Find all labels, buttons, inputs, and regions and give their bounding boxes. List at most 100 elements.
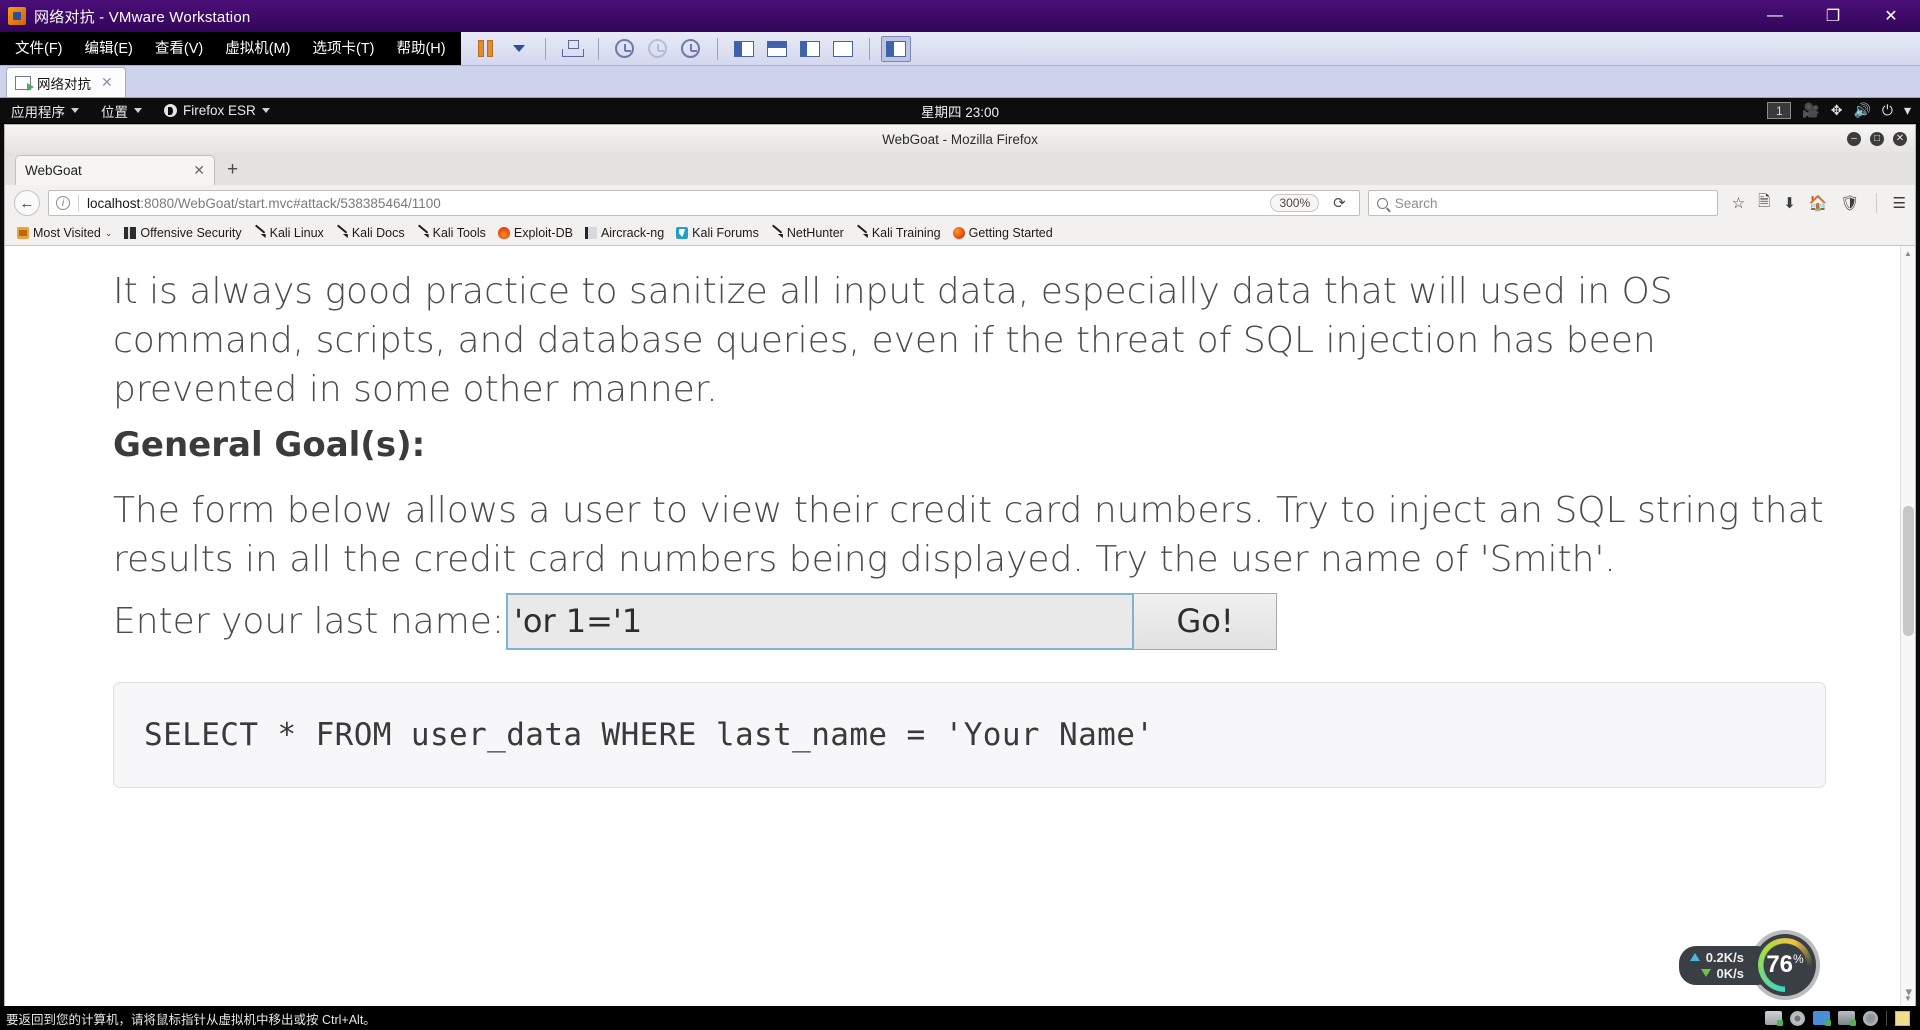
vmware-window-title: 网络对抗 - VMware Workstation	[34, 8, 251, 26]
menu-view[interactable]: 查看(V)	[144, 32, 214, 66]
hamburger-menu-icon[interactable]: ☰	[1893, 194, 1906, 212]
offensive-security-icon	[124, 227, 137, 239]
firefox-minimize-button[interactable]: –	[1847, 132, 1861, 146]
last-name-form: Enter your last name: Go!	[113, 592, 1848, 650]
url-host: localhost	[87, 195, 141, 211]
gauge-value: 76%	[1766, 951, 1803, 979]
revert-snapshot-icon[interactable]	[643, 36, 673, 62]
gauge-unit: %	[1793, 952, 1804, 966]
unity-mode-icon[interactable]	[795, 36, 825, 62]
vm-powered-on-icon	[15, 75, 34, 91]
kali-dragon-icon	[254, 227, 266, 239]
shield-icon[interactable]: 🛡	[1841, 194, 1860, 212]
console-view-icon[interactable]	[880, 35, 911, 62]
vmware-minimize-button[interactable]: —	[1746, 0, 1804, 32]
hard-disk-icon[interactable]	[1765, 1011, 1783, 1026]
vm-tab-close-icon[interactable]: ✕	[101, 74, 113, 91]
chevron-down-icon[interactable]: ▾	[1904, 102, 1911, 119]
bookmark-aircrack-ng[interactable]: Aircrack-ng	[580, 225, 669, 241]
menu-help[interactable]: 帮助(H)	[385, 32, 456, 66]
gauge-number: 76	[1766, 951, 1794, 978]
pause-icon[interactable]	[471, 36, 501, 62]
dropdown-caret-icon[interactable]	[504, 36, 534, 62]
go-button[interactable]: Go!	[1134, 592, 1278, 650]
guest-overflow-chevron-icon[interactable]: ▾	[1905, 984, 1912, 1000]
snapshot-history-icon[interactable]	[676, 36, 706, 62]
browser-tab-webgoat[interactable]: WebGoat ✕	[15, 155, 215, 185]
vmware-device-tray	[1765, 1010, 1916, 1026]
reload-icon[interactable]: ⟳	[1327, 194, 1352, 212]
site-info-icon[interactable]: i	[56, 196, 70, 210]
bookmark-kali-docs[interactable]: Kali Docs	[331, 225, 410, 241]
places-menu[interactable]: 位置	[90, 98, 153, 124]
bookmark-offensive-security[interactable]: Offensive Security	[119, 225, 246, 241]
bookmark-exploit-db[interactable]: Exploit-DB	[493, 225, 578, 241]
network-adapter-icon[interactable]	[1813, 1011, 1831, 1026]
bookmark-most-visited[interactable]: Most Visited ⌄	[12, 225, 117, 241]
lesson-paragraph-2: The form below allows a user to view the…	[113, 489, 1824, 580]
search-bar[interactable]: Search	[1367, 190, 1718, 216]
bookmarks-toolbar: Most Visited ⌄ Offensive Security Kali L…	[4, 221, 1916, 246]
firefox-close-button[interactable]: ✕	[1893, 132, 1907, 146]
vmware-close-button[interactable]: ✕	[1862, 0, 1920, 32]
reader-view-icon[interactable]: 🗎	[1758, 191, 1770, 216]
applications-menu-label: 应用程序	[11, 104, 65, 120]
bookmark-kali-training[interactable]: Kali Training	[851, 225, 946, 241]
network-speed-widget[interactable]: 0.2K/s 0K/s 76%	[1678, 934, 1816, 996]
show-sidebar-icon[interactable]	[729, 36, 759, 62]
scroll-up-arrow-icon[interactable]: ▲	[1901, 246, 1915, 261]
nav-icon-group: ☆ 🗎 ⬇ 🏠 🛡 ☰	[1726, 191, 1906, 216]
volume-icon[interactable]: 🔊	[1853, 102, 1870, 119]
new-tab-button[interactable]: +	[215, 155, 250, 185]
firefox-maximize-button[interactable]: □	[1870, 132, 1884, 146]
workspace-switcher[interactable]: 1	[1767, 102, 1792, 119]
bookmark-kali-tools[interactable]: Kali Tools	[412, 225, 491, 241]
kali-forums-icon	[676, 227, 689, 239]
power-icon[interactable]: ⏻	[1882, 102, 1893, 119]
bookmark-nethunter[interactable]: NetHunter	[766, 225, 849, 241]
url-bar[interactable]: i localhost:8080/WebGoat/start.mvc#attac…	[48, 190, 1360, 216]
firefox-navigation-bar: ← i localhost:8080/WebGoat/start.mvc#att…	[4, 185, 1916, 221]
full-screen-icon[interactable]	[828, 36, 858, 62]
usb-controller-icon[interactable]	[1863, 1010, 1878, 1026]
toolbar-separator	[868, 37, 870, 60]
panel-clock[interactable]: 星期四 23:00	[921, 101, 999, 121]
kali-dragon-icon	[856, 227, 868, 239]
menu-file[interactable]: 文件(F)	[4, 32, 74, 66]
vm-tab-active[interactable]: 网络对抗 ✕	[6, 67, 126, 97]
bookmark-label: Aircrack-ng	[600, 226, 665, 240]
menu-tabs[interactable]: 选项卡(T)	[301, 32, 385, 66]
bookmark-kali-forums[interactable]: Kali Forums	[671, 225, 764, 241]
browser-tab-close-icon[interactable]: ✕	[193, 162, 205, 179]
downloads-icon[interactable]: ⬇	[1783, 194, 1796, 212]
bookmark-label: Kali Docs	[351, 226, 405, 240]
bookmark-star-icon[interactable]: ☆	[1732, 194, 1745, 212]
memory-usage-gauge[interactable]: 76%	[1754, 934, 1816, 996]
show-thumbnail-bar-icon[interactable]	[762, 36, 792, 62]
scrollbar-thumb[interactable]	[1903, 506, 1914, 636]
back-button[interactable]: ←	[14, 190, 40, 216]
notes-icon[interactable]	[1895, 1010, 1910, 1026]
applications-menu[interactable]: 应用程序	[0, 98, 90, 124]
menu-edit[interactable]: 编辑(E)	[74, 32, 144, 66]
bookmark-label: Kali Linux	[269, 226, 324, 240]
bookmark-kali-linux[interactable]: Kali Linux	[249, 225, 329, 241]
cd-dvd-icon[interactable]	[1790, 1010, 1805, 1026]
menu-vm[interactable]: 虚拟机(M)	[214, 32, 301, 66]
home-icon[interactable]: 🏠	[1809, 194, 1828, 212]
firefox-window-button[interactable]: Firefox ESR	[153, 98, 281, 124]
bluetooth-icon[interactable]: ✥	[1831, 102, 1843, 119]
bookmark-label: Kali Training	[871, 226, 941, 240]
vmware-maximize-button[interactable]: ❐	[1804, 0, 1862, 32]
take-snapshot-icon[interactable]	[610, 36, 640, 62]
page-scrollbar[interactable]: ▲ ▼	[1900, 246, 1915, 1006]
chevron-down-icon	[71, 108, 79, 113]
snapshot-manager-icon[interactable]	[557, 36, 587, 62]
bookmark-getting-started[interactable]: Getting Started	[948, 225, 1058, 241]
toolbar-separator	[597, 37, 599, 60]
screen-recorder-icon[interactable]: 🎥	[1802, 102, 1819, 119]
printer-icon[interactable]	[1838, 1011, 1856, 1026]
last-name-input[interactable]	[506, 592, 1135, 650]
zoom-level-indicator[interactable]: 300%	[1270, 194, 1320, 212]
bookmark-label: Exploit-DB	[513, 226, 573, 240]
